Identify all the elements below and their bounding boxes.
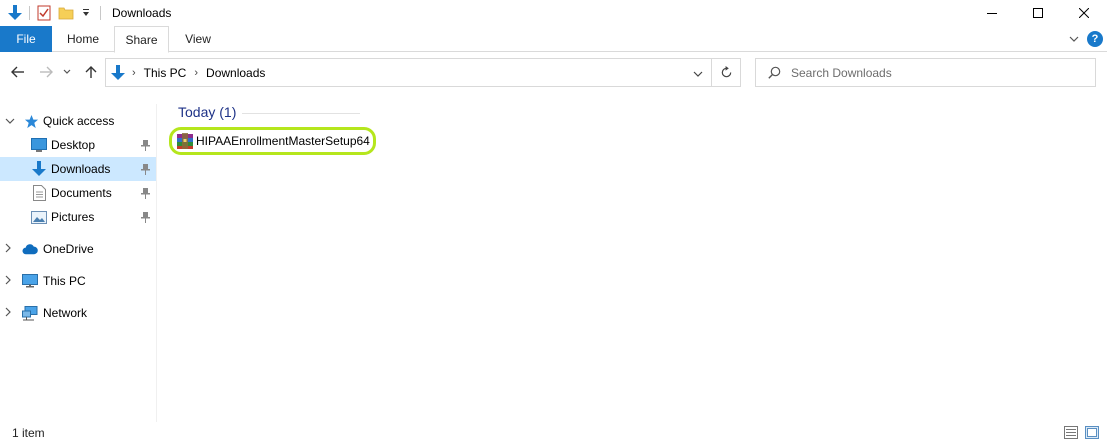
search-box[interactable] xyxy=(755,58,1096,87)
sidebar-item-label: Desktop xyxy=(51,138,96,152)
download-arrow-icon xyxy=(31,161,47,177)
group-divider xyxy=(242,113,360,114)
breadcrumb-separator[interactable]: › xyxy=(132,67,136,79)
sidebar-item-label: Network xyxy=(43,306,88,320)
forward-button[interactable] xyxy=(36,62,56,82)
desktop-icon xyxy=(31,137,47,153)
winrar-archive-icon xyxy=(177,133,193,149)
tab-share[interactable]: Share xyxy=(114,26,169,53)
breadcrumb-this-pc[interactable]: This PC xyxy=(144,66,187,80)
forward-arrow-icon xyxy=(40,66,53,78)
address-dropdown-icon[interactable] xyxy=(693,66,703,80)
sidebar-item-label: Documents xyxy=(51,186,112,200)
close-icon xyxy=(1079,8,1089,18)
star-icon xyxy=(23,113,39,129)
pin-icon[interactable] xyxy=(140,211,150,223)
ribbon: File Home Share View ? xyxy=(0,26,1107,53)
group-header-today[interactable]: Today (1) xyxy=(178,104,236,120)
back-arrow-icon xyxy=(11,66,24,78)
download-arrow-icon xyxy=(110,64,126,81)
sidebar-item-onedrive[interactable]: OneDrive xyxy=(0,237,156,261)
sidebar-item-label: Downloads xyxy=(51,162,111,176)
download-arrow-icon[interactable] xyxy=(6,4,24,22)
sidebar-item-label: This PC xyxy=(43,274,86,288)
tab-view[interactable]: View xyxy=(170,26,226,52)
file-item[interactable]: HIPAAEnrollmentMasterSetup64 xyxy=(169,127,376,155)
refresh-icon xyxy=(721,66,731,78)
window-title: Downloads xyxy=(112,6,172,20)
address-bar[interactable]: › This PC › Downloads xyxy=(105,58,712,87)
toolbar-separator xyxy=(100,6,101,20)
pictures-icon xyxy=(31,209,47,225)
network-icon xyxy=(22,305,38,321)
quick-access-toolbar xyxy=(0,0,106,26)
help-button[interactable]: ? xyxy=(1087,31,1103,47)
properties-icon[interactable] xyxy=(35,4,53,22)
expanded-chevron-icon[interactable] xyxy=(5,116,15,127)
sidebar-item-quick-access[interactable]: Quick access xyxy=(0,109,156,133)
back-button[interactable] xyxy=(8,62,28,82)
sidebar-item-downloads[interactable]: Downloads xyxy=(0,157,156,181)
collapsed-chevron-icon[interactable] xyxy=(5,243,15,256)
search-input[interactable] xyxy=(791,65,1081,80)
minimize-button[interactable] xyxy=(969,0,1015,26)
sidebar-item-label: OneDrive xyxy=(43,242,94,256)
window-controls xyxy=(969,0,1107,26)
status-bar: 1 item xyxy=(0,422,1107,443)
maximize-button[interactable] xyxy=(1015,0,1061,26)
file-name: HIPAAEnrollmentMasterSetup64 xyxy=(196,134,370,148)
breadcrumb-downloads[interactable]: Downloads xyxy=(206,66,265,80)
sidebar-item-documents[interactable]: Documents xyxy=(0,181,156,205)
cloud-icon xyxy=(22,241,38,257)
up-button[interactable] xyxy=(81,62,101,82)
recent-locations-button[interactable] xyxy=(60,62,74,82)
minimize-icon xyxy=(987,13,997,14)
sidebar-item-pictures[interactable]: Pictures xyxy=(0,205,156,229)
tab-home[interactable]: Home xyxy=(54,26,112,52)
pin-icon[interactable] xyxy=(140,139,150,151)
maximize-icon xyxy=(1033,8,1043,18)
title-bar: Downloads xyxy=(0,0,1107,26)
large-icons-view-icon xyxy=(1084,425,1099,439)
breadcrumb-separator[interactable]: › xyxy=(194,67,198,79)
search-icon xyxy=(768,66,781,79)
close-button[interactable] xyxy=(1061,0,1107,26)
toolbar-separator xyxy=(29,6,30,20)
navigation-pane: Quick access Desktop Downloads Documents xyxy=(0,104,157,422)
customize-toolbar-dropdown-icon[interactable] xyxy=(77,4,95,22)
sidebar-item-this-pc[interactable]: This PC xyxy=(0,269,156,293)
chevron-down-icon xyxy=(63,69,71,74)
pin-icon[interactable] xyxy=(140,187,150,199)
computer-icon xyxy=(22,273,38,289)
navigation-bar: › This PC › Downloads xyxy=(0,52,1107,92)
large-icons-view-button[interactable] xyxy=(1084,425,1099,439)
document-icon xyxy=(31,185,47,201)
tab-file[interactable]: File xyxy=(0,26,52,52)
details-view-button[interactable] xyxy=(1063,425,1078,439)
sidebar-item-network[interactable]: Network xyxy=(0,301,156,325)
collapsed-chevron-icon[interactable] xyxy=(5,307,15,320)
expand-ribbon-chevron-icon[interactable] xyxy=(1067,32,1081,46)
refresh-button[interactable] xyxy=(712,58,741,87)
new-folder-icon[interactable] xyxy=(57,4,75,22)
item-count: 1 item xyxy=(12,425,45,440)
ribbon-right-controls: ? xyxy=(1067,26,1107,52)
sidebar-item-label: Quick access xyxy=(43,114,115,128)
pin-icon[interactable] xyxy=(140,163,150,175)
sidebar-item-desktop[interactable]: Desktop xyxy=(0,133,156,157)
collapsed-chevron-icon[interactable] xyxy=(5,275,15,288)
file-list-view[interactable]: Today (1) HIPAAEnrollmentMasterSetup64 xyxy=(158,92,1107,422)
view-toggle xyxy=(1063,425,1099,439)
details-view-icon xyxy=(1063,425,1078,439)
sidebar-item-label: Pictures xyxy=(51,210,95,224)
up-arrow-icon xyxy=(85,66,97,78)
